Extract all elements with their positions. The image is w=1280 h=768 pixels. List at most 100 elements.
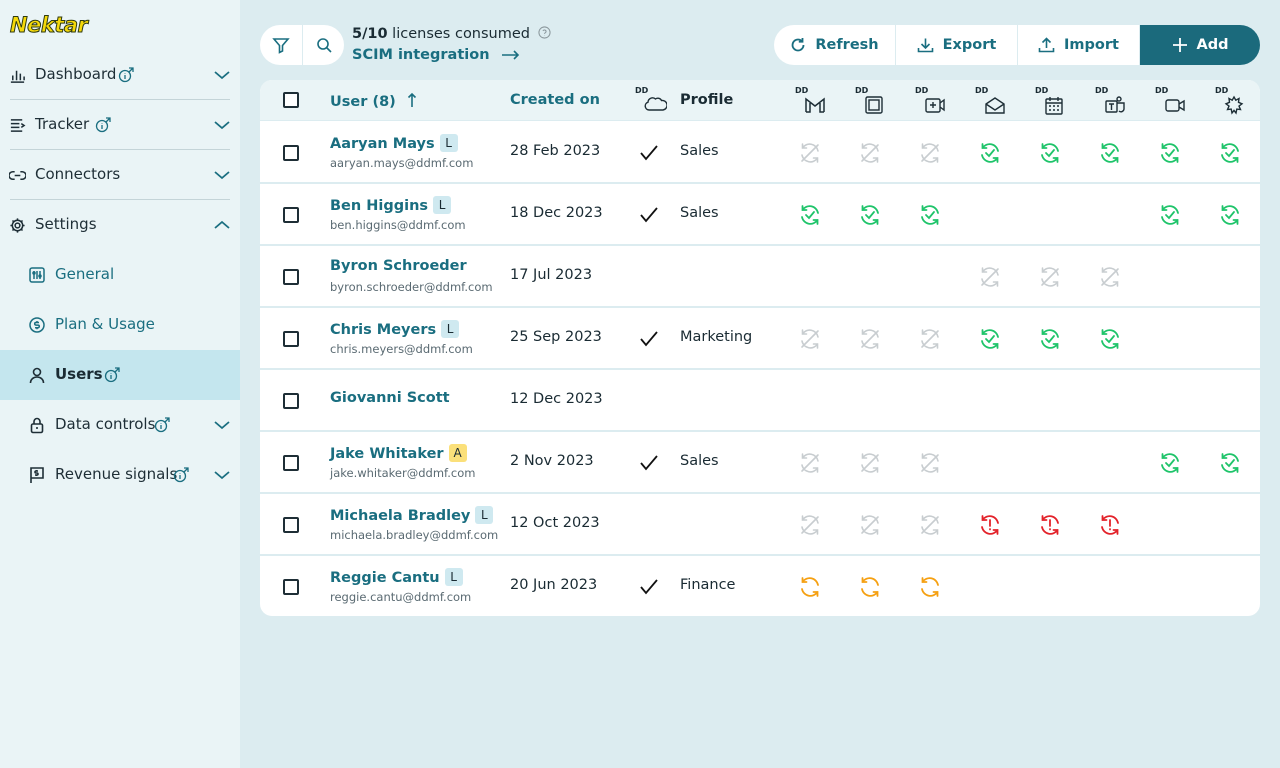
sync-success-icon[interactable] [1157,202,1183,228]
sidebar-item-users[interactable]: Users [0,350,240,400]
syncing-icon[interactable] [917,574,943,600]
import-button[interactable]: Import [1018,25,1140,65]
column-header-user[interactable]: User (8) [330,92,417,110]
user-name-link[interactable]: Michaela Bradley L [330,506,494,524]
sync-success-icon[interactable] [977,140,1003,166]
user-name-link[interactable]: Giovanni Scott [330,390,450,406]
row-checkbox[interactable] [283,455,299,471]
sync-disabled-icon[interactable] [917,450,943,476]
refresh-button[interactable]: Refresh [774,25,896,65]
app-logo[interactable]: Nektar [9,13,88,38]
export-button[interactable]: Export [896,25,1018,65]
sync-disabled-icon[interactable] [917,512,943,538]
sync-disabled-icon[interactable] [917,140,943,166]
chevron-down-icon[interactable] [212,468,232,482]
sidebar-item-tracker[interactable]: Tracker [0,100,240,150]
refresh-label: Refresh [815,37,879,53]
table-row[interactable]: Giovanni Scott 12 Dec 2023 [260,370,1260,432]
user-name-link[interactable]: Byron Schroeder [330,258,467,274]
dd-label: DD [855,86,869,95]
sync-success-icon[interactable] [1217,140,1243,166]
sidebar-item-plan-usage[interactable]: Plan & Usage [0,300,240,350]
help-icon[interactable] [538,26,551,39]
table-row[interactable]: Aaryan Mays Laaryan.mays@ddmf.com 28 Feb 2… [260,122,1260,184]
sidebar-item-connectors[interactable]: Connectors [0,150,240,200]
sync-success-icon[interactable] [1037,326,1063,352]
info-icon[interactable] [104,367,120,383]
table-row[interactable]: Michaela Bradley Lmichaela.bradley@ddmf.c… [260,494,1260,556]
search-button[interactable] [302,25,344,65]
table-row[interactable]: Chris Meyers Lchris.meyers@ddmf.com 25 Sep… [260,308,1260,370]
sidebar-item-data-controls[interactable]: Data controls [0,400,240,450]
table-row[interactable]: Byron Schroeder byron.schroeder@ddmf.com 1… [260,246,1260,308]
sync-success-icon[interactable] [1037,140,1063,166]
sync-success-icon[interactable] [1217,450,1243,476]
sync-success-icon[interactable] [917,202,943,228]
sync-success-icon[interactable] [1097,140,1123,166]
user-name-link[interactable]: Reggie Cantu L [330,568,463,586]
row-checkbox[interactable] [283,393,299,409]
sync-disabled-icon[interactable] [1037,264,1063,290]
user-name-link[interactable]: Chris Meyers L [330,320,460,338]
gmail-icon [805,97,825,113]
teams-icon [1105,96,1125,113]
row-checkbox[interactable] [283,207,299,223]
sync-disabled-icon[interactable] [1097,264,1123,290]
table-row[interactable]: Jake Whitaker Ajake.whitaker@ddmf.com 2 No… [260,432,1260,494]
sidebar-item-dashboard[interactable]: Dashboard [0,50,240,100]
scim-integration-link[interactable]: SCIM integration [352,47,521,63]
sync-disabled-icon[interactable] [857,450,883,476]
user-name: Byron Schroeder [330,258,467,274]
sync-error-icon[interactable] [1037,512,1063,538]
sync-success-icon[interactable] [797,202,823,228]
sync-success-icon[interactable] [1217,202,1243,228]
sync-disabled-icon[interactable] [857,512,883,538]
user-name-link[interactable]: Jake Whitaker A [330,444,467,462]
sidebar-item-settings[interactable]: Settings [0,200,240,250]
row-checkbox[interactable] [283,579,299,595]
sidebar-item-general[interactable]: General [0,250,240,300]
sync-disabled-icon[interactable] [797,450,823,476]
row-checkbox[interactable] [283,331,299,347]
sidebar-item-label: Connectors [35,165,121,183]
user-name-link[interactable]: Aaryan Mays L [330,134,458,152]
row-checkbox[interactable] [283,517,299,533]
filter-button[interactable] [260,25,302,65]
sync-success-icon[interactable] [1157,140,1183,166]
syncing-icon[interactable] [857,574,883,600]
sync-error-icon[interactable] [1097,512,1123,538]
add-button[interactable]: Add [1140,25,1260,65]
row-checkbox[interactable] [283,269,299,285]
chevron-up-icon[interactable] [212,218,232,232]
sync-disabled-icon[interactable] [797,140,823,166]
sidebar-item-revenue-signals[interactable]: Revenue signals [0,450,240,500]
info-icon[interactable] [154,417,170,433]
profile-value: Sales [680,205,719,221]
sync-disabled-icon[interactable] [797,326,823,352]
sync-success-icon[interactable] [1157,450,1183,476]
chevron-down-icon[interactable] [212,68,232,82]
sync-disabled-icon[interactable] [977,264,1003,290]
chevron-down-icon[interactable] [212,118,232,132]
chevron-down-icon[interactable] [212,168,232,182]
user-name-link[interactable]: Ben Higgins L [330,196,452,214]
sync-disabled-icon[interactable] [797,512,823,538]
sync-success-icon[interactable] [857,202,883,228]
syncing-icon[interactable] [797,574,823,600]
row-checkbox[interactable] [283,145,299,161]
info-icon[interactable] [173,467,189,483]
info-icon[interactable] [118,67,134,83]
sync-disabled-icon[interactable] [917,326,943,352]
column-header-created[interactable]: Created on [510,92,600,108]
chevron-down-icon[interactable] [212,418,232,432]
table-row[interactable]: Ben Higgins Lben.higgins@ddmf.com 18 Dec 2… [260,184,1260,246]
sync-success-icon[interactable] [1097,326,1123,352]
sync-success-icon[interactable] [977,326,1003,352]
select-all-checkbox[interactable] [283,92,299,108]
info-icon[interactable] [95,117,111,133]
profile-value: Sales [680,453,719,469]
sync-error-icon[interactable] [977,512,1003,538]
table-row[interactable]: Reggie Cantu Lreggie.cantu@ddmf.com 20 Jun… [260,556,1260,616]
sync-disabled-icon[interactable] [857,140,883,166]
sync-disabled-icon[interactable] [857,326,883,352]
